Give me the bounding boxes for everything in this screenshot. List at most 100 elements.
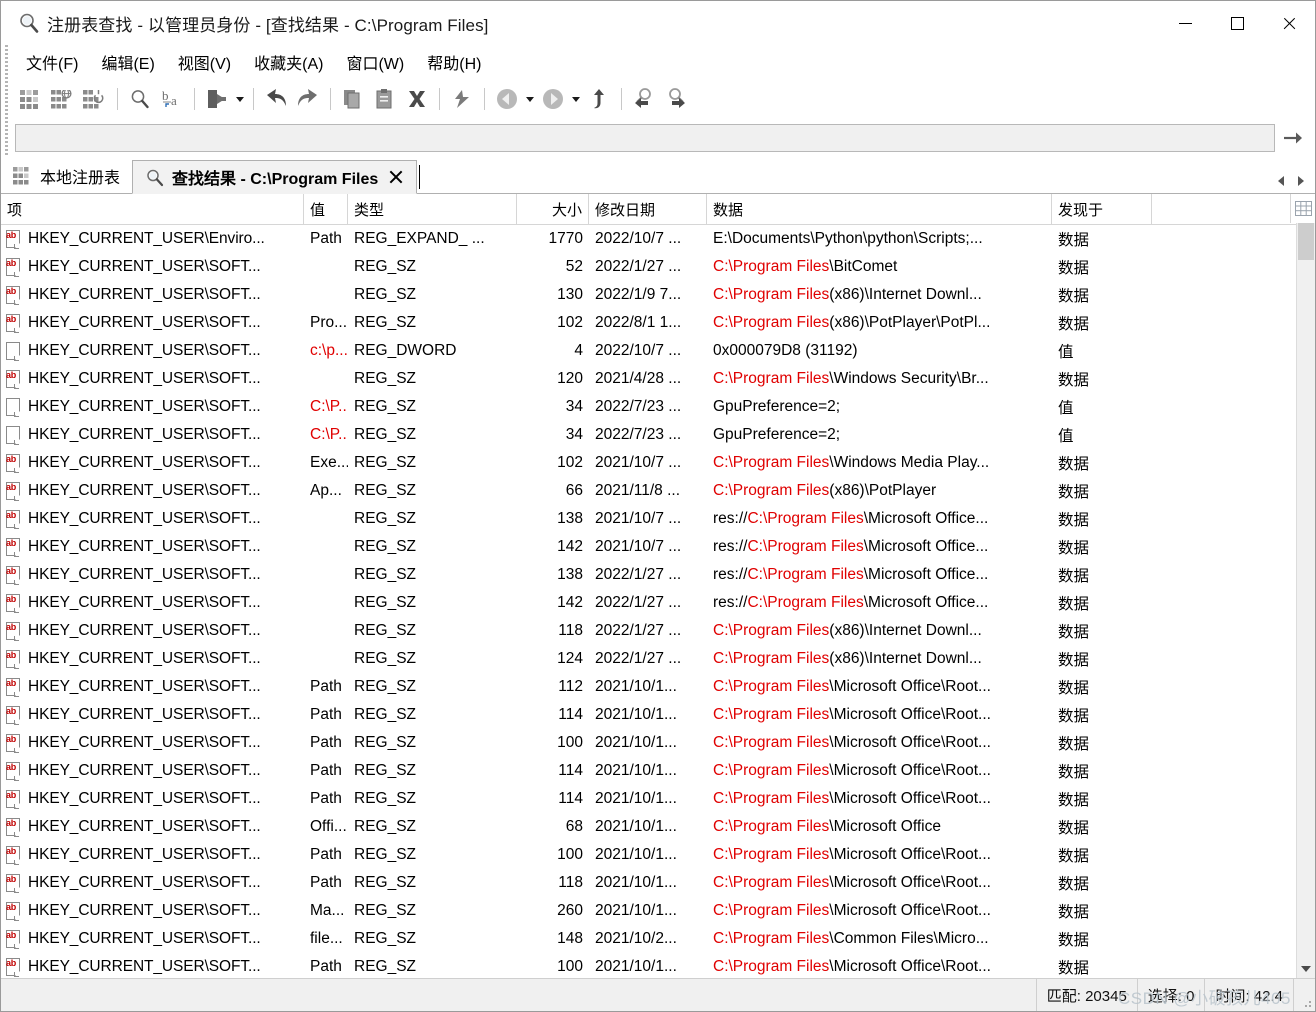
export-button[interactable]: [201, 83, 233, 115]
table-row[interactable]: ab HKEY_CURRENT_USER\SOFT... REG_SZ 142 2022…: [1, 589, 1296, 617]
tab-find-results[interactable]: 查找结果 - C:\Program Files: [132, 160, 418, 194]
column-header-label: 修改日期: [595, 201, 656, 219]
table-row[interactable]: ab HKEY_CURRENT_USER\SOFT... REG_SZ 120 2021…: [1, 365, 1296, 393]
export-dropdown[interactable]: [233, 83, 247, 115]
table-row[interactable]: ab HKEY_CURRENT_USER\SOFT... Path REG_SZ 100…: [1, 953, 1296, 978]
table-row[interactable]: ab HKEY_CURRENT_USER\SOFT... Path REG_SZ 100…: [1, 729, 1296, 757]
data-suffix-text: (x86)\PotPlayer\PotPl...: [829, 314, 991, 331]
table-row[interactable]: ab HKEY_CURRENT_USER\SOFT... Path REG_SZ 112…: [1, 673, 1296, 701]
redo-button[interactable]: [292, 83, 324, 115]
back-dropdown[interactable]: [523, 83, 537, 115]
find-button[interactable]: [124, 83, 156, 115]
table-row[interactable]: ab HKEY_CURRENT_USER\SOFT... Offi... REG_SZ…: [1, 813, 1296, 841]
item-path-text: HKEY_CURRENT_USER\SOFT...: [28, 510, 261, 527]
refresh-button[interactable]: [446, 83, 478, 115]
resize-grip[interactable]: [1293, 979, 1315, 1011]
cell-size: 124: [557, 650, 583, 667]
vertical-scrollbar[interactable]: [1296, 194, 1315, 978]
tab-local-registry[interactable]: 本地注册表: [1, 159, 132, 193]
tab-scroll-left-button[interactable]: [1273, 172, 1289, 190]
menu-file[interactable]: 文件(F): [17, 47, 87, 77]
cell-data: C:\Program Files \BitComet: [707, 258, 1052, 276]
find-next-button[interactable]: [660, 83, 692, 115]
address-go-button[interactable]: [1275, 123, 1311, 153]
cell-modified: 2021/10/2...: [595, 930, 677, 947]
table-row[interactable]: ab HKEY_CURRENT_USER\Enviro... Path REG_EXP…: [1, 225, 1296, 253]
table-row[interactable]: ab HKEY_CURRENT_USER\SOFT... Pro... REG_SZ 1…: [1, 309, 1296, 337]
table-row[interactable]: ab HKEY_CURRENT_USER\SOFT... Path REG_SZ 114…: [1, 757, 1296, 785]
column-header-label: 值: [310, 201, 326, 219]
registry-power-button[interactable]: [79, 83, 111, 115]
minimize-button[interactable]: [1159, 1, 1211, 45]
table-row[interactable]: ab HKEY_CURRENT_USER\SOFT... REG_SZ 124 2022…: [1, 645, 1296, 673]
table-row[interactable]: ab HKEY_CURRENT_USER\SOFT... REG_SZ 52 2022/…: [1, 253, 1296, 281]
cell-modified: 2022/1/27 ...: [595, 650, 682, 667]
table-row[interactable]: ab HKEY_CURRENT_USER\SOFT... Path REG_SZ 118…: [1, 869, 1296, 897]
up-button[interactable]: [583, 83, 615, 115]
menu-window[interactable]: 窗口(W): [337, 47, 413, 77]
forward-button[interactable]: [537, 83, 569, 115]
remote-registry-button[interactable]: [47, 83, 79, 115]
col-item[interactable]: 项: [1, 194, 304, 224]
col-modified[interactable]: 修改日期: [589, 194, 707, 224]
menu-edit[interactable]: 编辑(E): [92, 47, 163, 77]
cell-found-in: 数据: [1058, 652, 1090, 669]
tab-close-icon[interactable]: [388, 169, 404, 185]
delete-button[interactable]: [401, 83, 433, 115]
table-row[interactable]: ab HKEY_CURRENT_USER\SOFT... REG_SZ 130 2022…: [1, 281, 1296, 309]
table-row[interactable]: ab HKEY_CURRENT_USER\SOFT... Path REG_SZ 114…: [1, 785, 1296, 813]
ab-string-value-icon: ab: [5, 593, 23, 613]
table-row[interactable]: ab HKEY_CURRENT_USER\SOFT... Ap... REG_SZ 66…: [1, 477, 1296, 505]
col-data[interactable]: 数据: [707, 194, 1052, 224]
cell-found-in: 数据: [1058, 960, 1090, 977]
cell-size: 100: [557, 958, 583, 975]
close-button[interactable]: [1263, 1, 1315, 45]
table-row[interactable]: HKEY_CURRENT_USER\SOFT... c:\p... REG_DWOR…: [1, 337, 1296, 365]
scroll-down-button[interactable]: [1297, 960, 1315, 978]
column-chooser-button[interactable]: [1290, 194, 1315, 223]
table-row[interactable]: ab HKEY_CURRENT_USER\SOFT... Path REG_SZ 100…: [1, 841, 1296, 869]
table-row[interactable]: ab HKEY_CURRENT_USER\SOFT... Ma... REG_SZ 26…: [1, 897, 1296, 925]
table-row[interactable]: HKEY_CURRENT_USER\SOFT... C:\P... REG_SZ 34…: [1, 421, 1296, 449]
copy-button[interactable]: [337, 83, 369, 115]
col-type[interactable]: 类型: [348, 194, 517, 224]
menu-help[interactable]: 帮助(H): [418, 47, 490, 77]
col-size[interactable]: 大小: [517, 194, 589, 224]
data-match-highlight-text: C:\Program Files: [713, 370, 830, 387]
table-row[interactable]: ab HKEY_CURRENT_USER\SOFT... Path REG_SZ 114…: [1, 701, 1296, 729]
replace-button[interactable]: b a: [156, 83, 188, 115]
maximize-button[interactable]: [1211, 1, 1263, 45]
col-value[interactable]: 值: [304, 194, 348, 224]
cell-modified: 2022/1/27 ...: [595, 566, 682, 583]
table-row[interactable]: ab HKEY_CURRENT_USER\SOFT... REG_SZ 138 2022…: [1, 561, 1296, 589]
results-list-body: 项值类型 大小 修改日期 数据 发现于 ab HKEY_CURRENT_USER\Envi…: [1, 194, 1296, 978]
table-row[interactable]: ab HKEY_CURRENT_USER\SOFT... file... REG_SZ…: [1, 925, 1296, 953]
address-input[interactable]: [15, 124, 1275, 152]
table-row[interactable]: ab HKEY_CURRENT_USER\SOFT... Exe... REG_SZ 1…: [1, 449, 1296, 477]
column-header-label: 发现于: [1058, 201, 1104, 219]
cell-found-in: 数据: [1058, 456, 1090, 473]
redo-arrow-icon: [298, 89, 317, 106]
cell-item: ab HKEY_CURRENT_USER\SOFT...: [1, 285, 304, 305]
paste-button[interactable]: [369, 83, 401, 115]
toolbar-drag-handle[interactable]: [5, 45, 8, 155]
cell-found-in: 数据: [1058, 876, 1090, 893]
back-button[interactable]: [491, 83, 523, 115]
col-foundin[interactable]: 发现于: [1052, 194, 1152, 224]
undo-button[interactable]: [260, 83, 292, 115]
tab-text-cursor: [419, 165, 421, 189]
data-suffix-text: (x86)\Internet Downl...: [829, 286, 982, 303]
tab-scroll-right-button[interactable]: [1293, 172, 1309, 190]
table-row[interactable]: ab HKEY_CURRENT_USER\SOFT... REG_SZ 138 2021…: [1, 505, 1296, 533]
forward-dropdown[interactable]: [569, 83, 583, 115]
menu-view[interactable]: 视图(V): [169, 47, 240, 77]
menu-favorites[interactable]: 收藏夹(A): [245, 47, 332, 77]
find-prev-button[interactable]: [628, 83, 660, 115]
table-row[interactable]: ab HKEY_CURRENT_USER\SOFT... REG_SZ 142 2021…: [1, 533, 1296, 561]
table-row[interactable]: HKEY_CURRENT_USER\SOFT... C:\P... REG_SZ 34…: [1, 393, 1296, 421]
local-registry-button[interactable]: [15, 83, 47, 115]
table-row[interactable]: ab HKEY_CURRENT_USER\SOFT... REG_SZ 118 2022…: [1, 617, 1296, 645]
title-bar: 注册表查找 - 以管理员身份 - [查找结果 - C:\Program File…: [1, 1, 1315, 45]
cell-item: HKEY_CURRENT_USER\SOFT...: [1, 425, 304, 445]
undo-arrow-icon: [267, 89, 286, 106]
